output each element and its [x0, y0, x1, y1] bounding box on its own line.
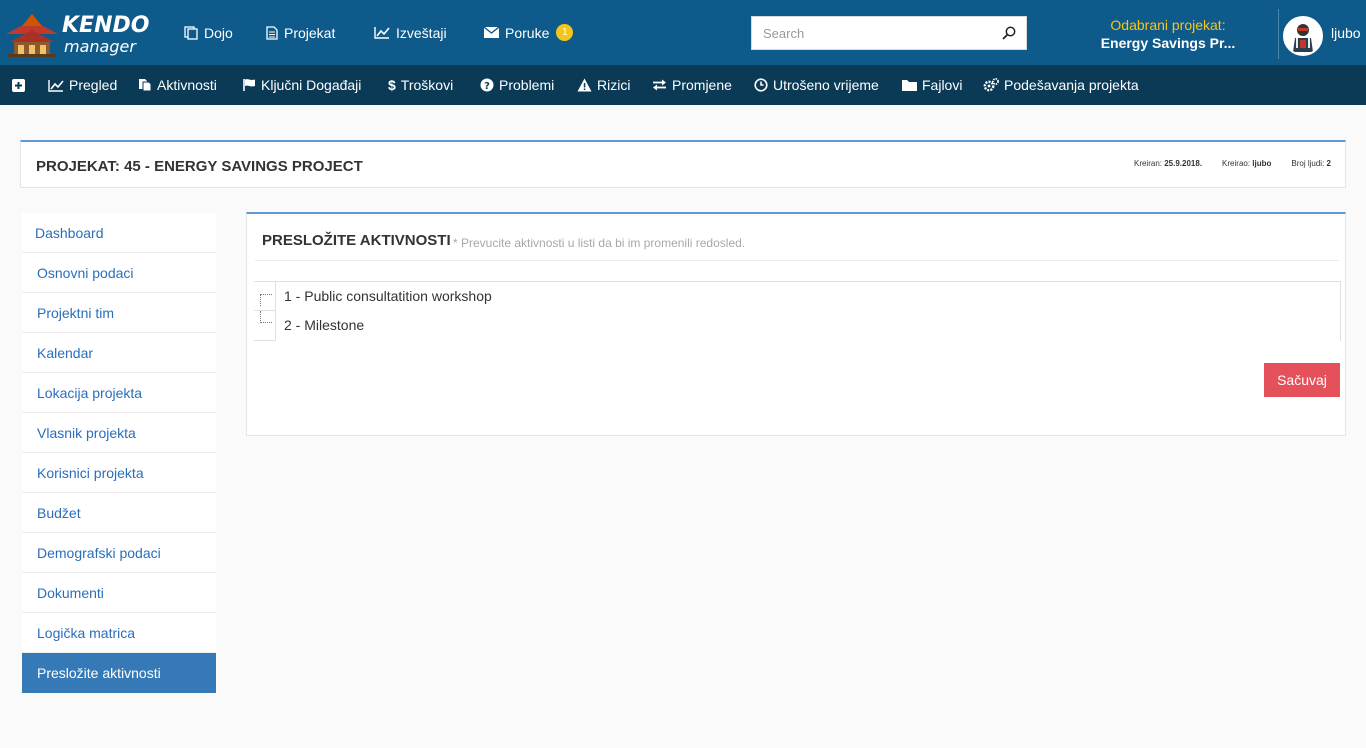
subnav-podesavanja-projekta[interactable]: Podešavanja projekta	[983, 65, 1139, 105]
gears-icon	[983, 78, 999, 92]
save-button[interactable]: Sačuvaj	[1264, 363, 1340, 397]
topnav-label: Projekat	[284, 24, 336, 41]
topnav-dojo[interactable]: Dojo	[184, 0, 233, 65]
flag-icon	[243, 79, 255, 91]
sidebar-item-dokumenti[interactable]: Dokumenti	[22, 573, 216, 613]
panel-hint: * Prevucite aktivnosti u listi da bi im …	[453, 236, 746, 250]
subnav-utroseno-vrijeme[interactable]: Utrošeno vrijeme	[754, 65, 879, 105]
subnav-label: Ključni Događaji	[261, 77, 362, 93]
topnav-izvestaji[interactable]: Izveštaji	[374, 0, 447, 65]
project-meta: Kreiran: 25.9.2018. Kreirao: ljubo Broj …	[1134, 159, 1331, 168]
subnav-label: Promjene	[672, 77, 732, 93]
line-chart-icon	[48, 79, 64, 92]
subnav-kljucni-dogadjaji[interactable]: Ključni Događaji	[242, 65, 361, 105]
svg-text:KENDO: KENDO	[62, 13, 149, 38]
sidebar-item-kalendar[interactable]: Kalendar	[22, 333, 216, 373]
divider	[255, 260, 1339, 261]
envelope-icon	[484, 27, 499, 38]
avatar[interactable]	[1283, 16, 1323, 56]
sidebar-item-korisnici-projekta[interactable]: Korisnici projekta	[22, 453, 216, 493]
subnav-label: Troškovi	[400, 77, 454, 93]
sidebar-item-osnovni-podaci[interactable]: Osnovni podaci	[22, 253, 216, 293]
top-bar: KENDO manager Dojo Projekat Izveštaji Po…	[0, 0, 1366, 65]
sidebar-item-lokacija-projekta[interactable]: Lokacija projekta	[22, 373, 216, 413]
subnav-problemi[interactable]: ? Problemi	[480, 65, 554, 105]
selected-project-name: Energy Savings Pr...	[1100, 35, 1236, 51]
drag-handle-icon[interactable]	[260, 294, 272, 306]
subnav-troskovi[interactable]: $ Troškovi	[388, 65, 453, 105]
files-icon	[139, 79, 152, 92]
folder-icon	[902, 80, 917, 91]
line-chart-icon	[374, 27, 390, 39]
subnav-label: Problemi	[499, 77, 555, 93]
search-input[interactable]	[752, 17, 992, 49]
subnav-promjene[interactable]: Promjene	[652, 65, 732, 105]
activity-label[interactable]: 1 - Public consultatition workshop	[275, 282, 1341, 312]
subnav-label: Aktivnosti	[157, 77, 217, 93]
svg-text:?: ?	[484, 81, 490, 92]
subnav-label: Rizici	[597, 77, 631, 93]
subnav-label: Utrošeno vrijeme	[773, 77, 879, 93]
warning-icon	[577, 78, 592, 92]
topnav-label: Poruke	[505, 24, 550, 41]
divider	[1278, 9, 1279, 59]
subnav-pregled[interactable]: Pregled	[48, 65, 117, 105]
question-circle-icon: ?	[480, 78, 494, 92]
add-button[interactable]	[12, 65, 25, 105]
subnav-label: Podešavanja projekta	[1004, 77, 1139, 93]
sidebar-item-budzet[interactable]: Budžet	[22, 493, 216, 533]
document-icon	[266, 25, 278, 40]
project-sidebar: Dashboard Osnovni podaci Projektni tim K…	[22, 213, 216, 693]
topnav-label: Dojo	[204, 24, 233, 41]
sortable-activity-list: 1 - Public consultatition workshop 2 - M…	[254, 281, 1341, 341]
plus-square-icon	[12, 78, 25, 92]
activity-label[interactable]: 2 - Milestone	[275, 311, 1341, 341]
created-info: Kreiran: 25.9.2018.	[1133, 159, 1203, 168]
selected-project-label: Odabrani projekat:	[1110, 17, 1226, 33]
subnav-aktivnosti[interactable]: Aktivnosti	[138, 65, 217, 105]
search-box	[751, 16, 1027, 50]
message-count-badge: 1	[556, 24, 574, 41]
topnav-label: Izveštaji	[396, 24, 447, 41]
subnav-rizici[interactable]: Rizici	[577, 65, 630, 105]
subnav-label: Fajlovi	[922, 77, 963, 93]
panel-title: PRESLOŽITE AKTIVNOSTI	[262, 232, 451, 249]
list-item[interactable]: 1 - Public consultatition workshop	[254, 281, 1341, 312]
username[interactable]: ljubo	[1331, 25, 1361, 41]
sidebar-item-dashboard[interactable]: Dashboard	[22, 213, 216, 253]
project-menu-bar: Pregled Aktivnosti Ključni Događaji $ Tr…	[0, 65, 1366, 105]
drag-handle-icon[interactable]	[260, 311, 272, 323]
subnav-fajlovi[interactable]: Fajlovi	[902, 65, 962, 105]
sidebar-item-presloziteaktivnosti[interactable]: Presložite aktivnosti	[22, 653, 216, 693]
copy-icon	[184, 25, 198, 40]
search-icon[interactable]	[1002, 26, 1016, 40]
creator-info: Kreirao: ljubo	[1222, 159, 1272, 168]
exchange-icon	[653, 79, 666, 91]
topnav-projekat[interactable]: Projekat	[266, 0, 335, 65]
sidebar-item-demografski-podaci[interactable]: Demografski podaci	[22, 533, 216, 573]
topnav-poruke[interactable]: Poruke 1	[484, 0, 574, 65]
kendo-manager-logo[interactable]: KENDO manager	[4, 8, 154, 58]
dollar-icon: $	[388, 77, 396, 93]
svg-text:manager: manager	[64, 37, 137, 56]
reorder-activities-panel: PRESLOŽITE AKTIVNOSTI * Prevucite aktivn…	[246, 212, 1346, 436]
clock-icon	[754, 78, 768, 92]
project-header: PROJEKAT: 45 - ENERGY SAVINGS PROJECT Kr…	[20, 140, 1346, 188]
people-count-info: Broj ljudi: 2	[1291, 159, 1331, 168]
project-title: PROJEKAT: 45 - ENERGY SAVINGS PROJECT	[36, 158, 363, 175]
selected-project[interactable]: Odabrani projekat: Energy Savings Pr...	[1068, 16, 1268, 52]
sidebar-item-logicka-matrica[interactable]: Logička matrica	[22, 613, 216, 653]
list-item[interactable]: 2 - Milestone	[254, 311, 1341, 341]
subnav-label: Pregled	[69, 77, 118, 93]
sidebar-item-vlasnik-projekta[interactable]: Vlasnik projekta	[22, 413, 216, 453]
sidebar-item-projektni-tim[interactable]: Projektni tim	[22, 293, 216, 333]
